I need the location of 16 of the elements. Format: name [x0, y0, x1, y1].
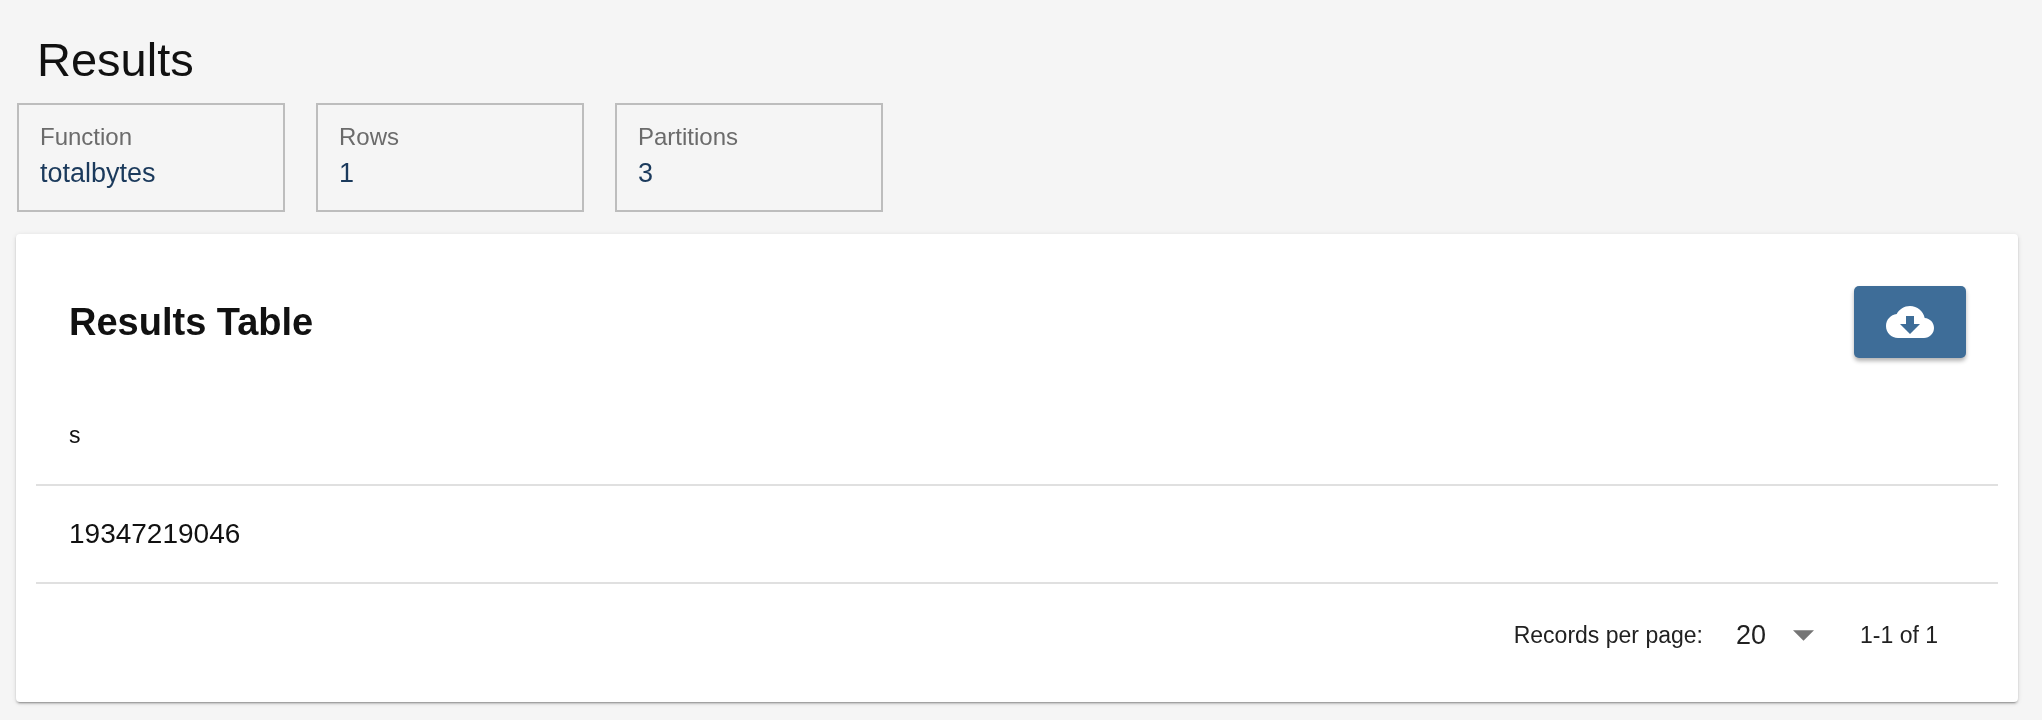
page-range-label: 1-1 of 1 — [1860, 621, 1938, 650]
summary-value: totalbytes — [40, 157, 156, 190]
page-size-select[interactable]: 20 — [1735, 618, 1814, 652]
summary-label: Function — [40, 122, 133, 152]
cloud-download-icon — [1886, 306, 1934, 338]
page-title: Results — [37, 32, 194, 88]
summary-value: 3 — [638, 157, 654, 190]
column-header: s — [69, 421, 81, 450]
caret-icon — [1793, 629, 1814, 641]
summary-label: Rows — [339, 122, 399, 152]
card-title: Results Table — [69, 300, 314, 345]
table-cell: 19347219046 — [69, 517, 241, 551]
records-per-page-label: Records per page: — [1513, 621, 1703, 650]
summary-value: 1 — [339, 157, 355, 190]
summary-label: Partitions — [638, 122, 739, 152]
download-button[interactable] — [1854, 286, 1966, 358]
